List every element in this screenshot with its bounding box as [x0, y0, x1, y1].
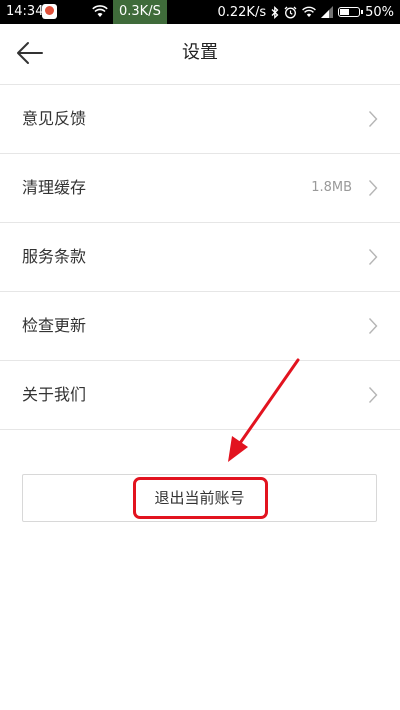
settings-item-label: 检查更新 [22, 316, 87, 335]
battery-icon [338, 7, 364, 17]
status-right-group: 0.22K/s 50% [217, 0, 394, 24]
settings-item-label: 关于我们 [22, 385, 87, 404]
settings-item-label: 清理缓存 [22, 178, 87, 197]
chevron-right-icon [368, 387, 378, 403]
alarm-icon [284, 6, 297, 18]
chevron-right-icon [368, 249, 378, 265]
settings-item-check-update[interactable]: 检查更新 [0, 292, 400, 361]
status-bar: 14:34 0.3K/S 0.22K/s 50% [0, 0, 400, 24]
bluetooth-icon [271, 5, 279, 19]
page-title: 设置 [182, 42, 218, 63]
title-bar: 设置 [0, 24, 400, 82]
status-network-speed-right: 0.22K/s [217, 4, 267, 20]
chevron-right-icon [368, 318, 378, 334]
logout-button[interactable]: 退出当前账号 [22, 474, 377, 522]
settings-list: 意见反馈 清理缓存 1.8MB 服务条款 检查更新 关于我们 [0, 84, 400, 430]
settings-item-clear-cache[interactable]: 清理缓存 1.8MB [0, 154, 400, 223]
settings-item-label: 服务条款 [22, 247, 87, 266]
chevron-right-icon [368, 111, 378, 127]
settings-item-about-us[interactable]: 关于我们 [0, 361, 400, 430]
wifi-signal-icon [302, 6, 316, 17]
wifi-icon [92, 5, 108, 17]
settings-item-feedback[interactable]: 意见反馈 [0, 85, 400, 154]
battery-level [340, 9, 349, 15]
settings-item-terms[interactable]: 服务条款 [0, 223, 400, 292]
settings-item-label: 意见反馈 [22, 109, 87, 128]
status-network-speed: 0.3K/S [113, 0, 167, 24]
logout-button-label: 退出当前账号 [154, 489, 245, 507]
cache-size-value: 1.8MB [311, 180, 352, 195]
status-time: 14:34 [6, 4, 44, 19]
notification-app-icon [42, 4, 57, 19]
chevron-right-icon [368, 180, 378, 196]
cell-signal-icon [321, 6, 334, 18]
battery-percent: 50% [365, 4, 394, 20]
